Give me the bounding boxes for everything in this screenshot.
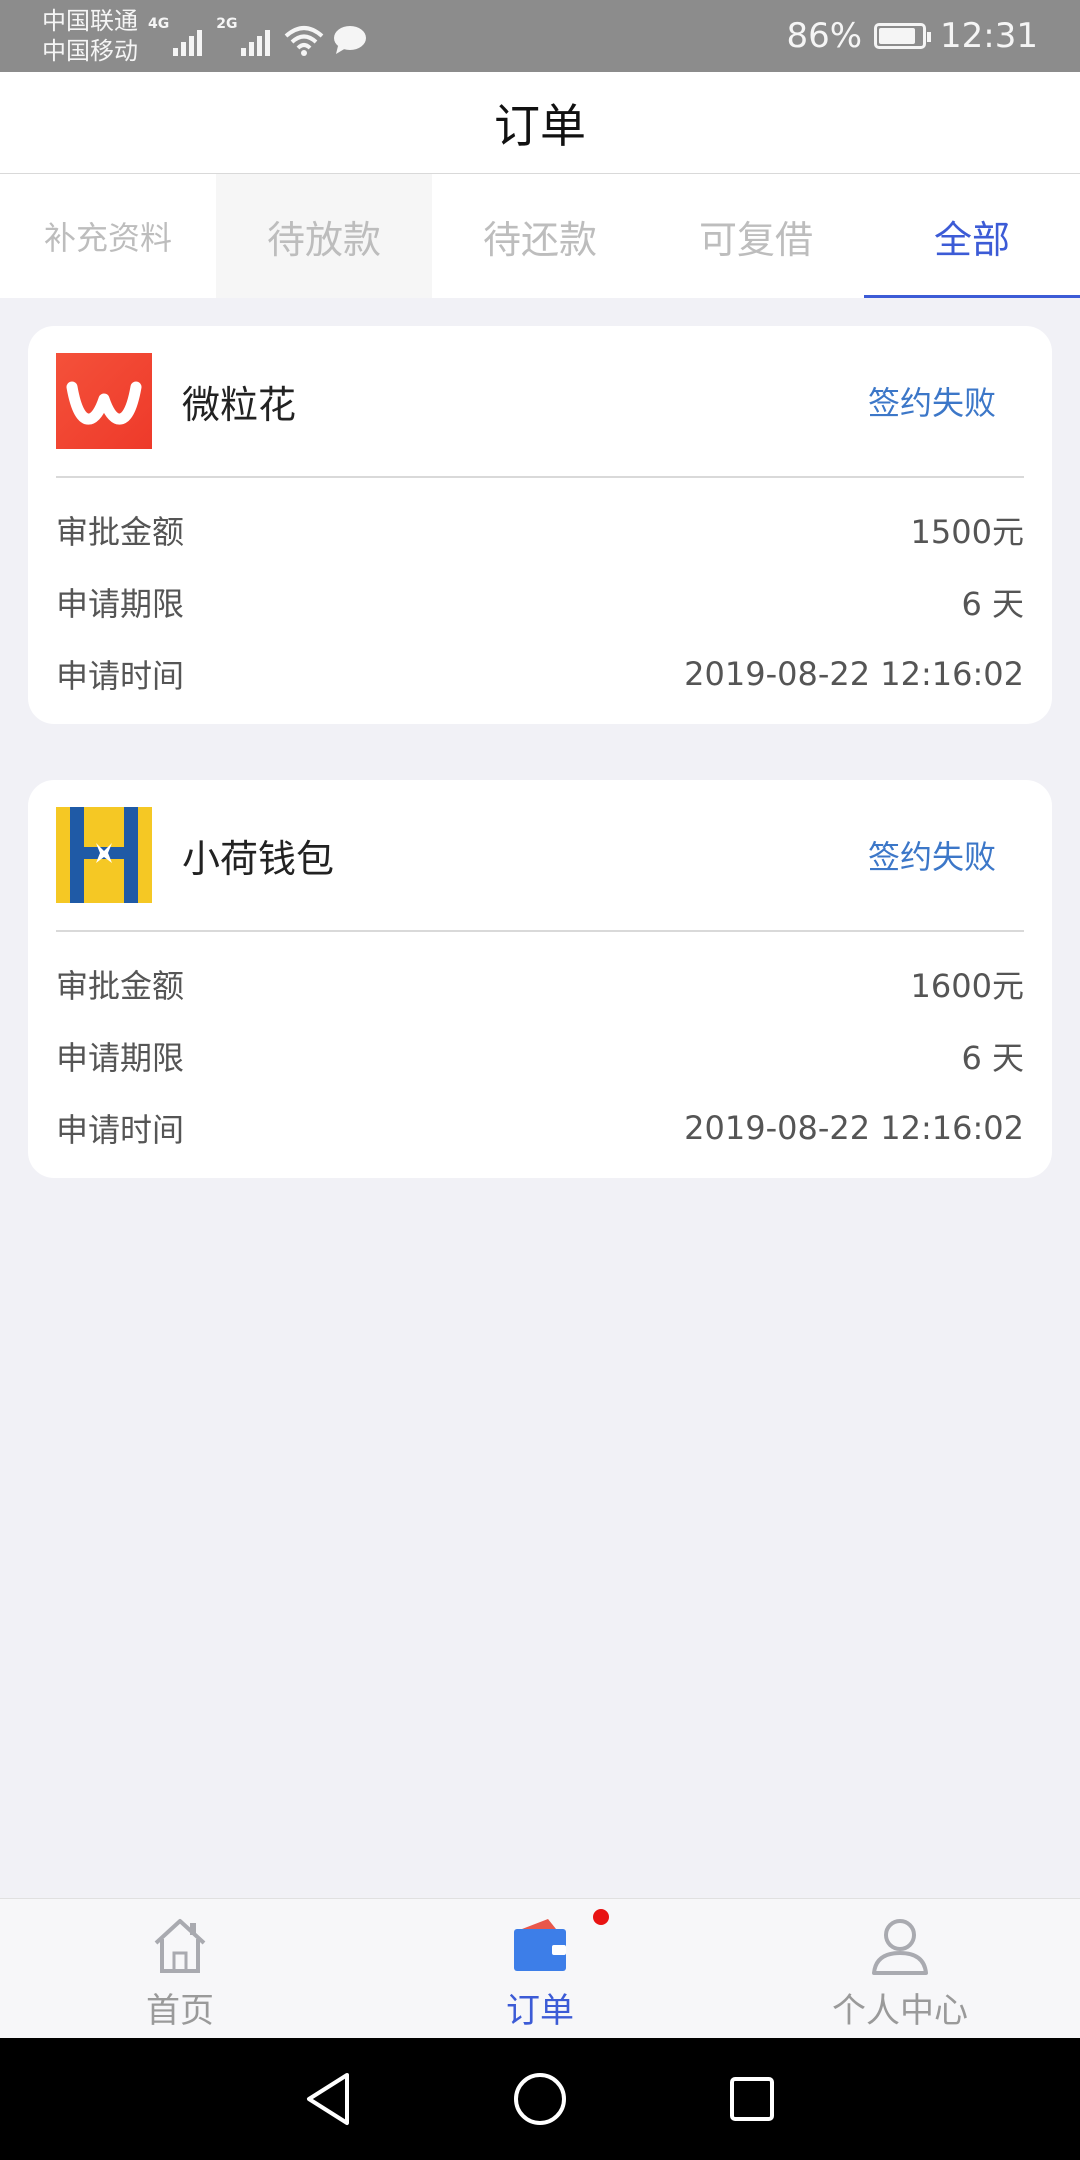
detail-label: 审批金额 <box>56 513 185 551</box>
home-circle-icon <box>514 2073 566 2125</box>
nav-profile[interactable]: 个人中心 <box>720 1899 1080 2038</box>
home-icon <box>154 1919 206 1973</box>
carrier-info: 中国联通 中国移动 4G 2G <box>42 6 368 66</box>
order-card[interactable]: 小荷钱包 签约失败 审批金额 1600元 申请期限 6 天 申请时间 2019-… <box>28 780 1052 1178</box>
bottom-nav: 首页 订单 个人中心 <box>0 1898 1080 2038</box>
nav-label: 首页 <box>146 1991 214 2031</box>
order-status: 签约失败 <box>867 384 996 422</box>
wallet-icon <box>514 1919 566 1971</box>
battery-level <box>879 28 916 44</box>
signal-bars-2-icon <box>241 30 271 56</box>
clock: 12:31 <box>940 16 1038 56</box>
detail-row-amount: 审批金额 1600元 <box>56 948 1024 1020</box>
nav-label: 个人中心 <box>832 1991 968 2031</box>
home-button[interactable] <box>510 2069 570 2129</box>
nav-home[interactable]: 首页 <box>0 1899 360 2038</box>
status-right: 86% 12:31 <box>786 0 1038 72</box>
nav-orders[interactable]: 订单 <box>360 1899 720 2038</box>
tab-all[interactable]: 全部 <box>864 174 1080 298</box>
detail-value: 6 天 <box>961 1039 1024 1077</box>
order-card-header: 小荷钱包 签约失败 <box>56 780 1024 932</box>
detail-row-term: 申请期限 6 天 <box>56 1020 1024 1092</box>
detail-value: 2019-08-22 12:16:02 <box>684 1109 1024 1147</box>
app-header: 订单 <box>0 72 1080 174</box>
battery-percent: 86% <box>786 16 863 56</box>
back-button[interactable] <box>298 2069 358 2129</box>
detail-row-amount: 审批金额 1500元 <box>56 494 1024 566</box>
person-icon <box>872 1919 928 1975</box>
network-type-1: 4G <box>148 16 170 32</box>
order-card[interactable]: 微粒花 签约失败 审批金额 1500元 申请期限 6 天 申请时间 2019-0… <box>28 326 1052 724</box>
detail-value: 6 天 <box>961 585 1024 623</box>
tab-supplement-info[interactable]: 补充资料 <box>0 174 216 298</box>
carrier-1: 中国联通 <box>42 7 138 35</box>
wifi-icon <box>285 26 324 56</box>
order-tabs: 补充资料 待放款 待还款 可复借 全部 <box>0 174 1080 298</box>
carrier-names: 中国联通 中国移动 <box>42 6 138 66</box>
recents-button[interactable] <box>722 2069 782 2129</box>
status-bar: 中国联通 中国移动 4G 2G 86% 12:31 <box>0 0 1080 72</box>
page-title: 订单 <box>494 98 586 153</box>
order-card-header: 微粒花 签约失败 <box>56 326 1024 478</box>
detail-label: 申请时间 <box>56 657 185 695</box>
detail-value: 1500元 <box>910 513 1024 551</box>
detail-label: 申请期限 <box>56 1039 185 1077</box>
network-type-2: 2G <box>216 16 238 32</box>
detail-label: 审批金额 <box>56 967 185 1005</box>
signal-indicators: 4G 2G <box>148 16 368 56</box>
notification-dot <box>593 1909 609 1925</box>
detail-row-time: 申请时间 2019-08-22 12:16:02 <box>56 638 1024 710</box>
signal-bars-1-icon <box>173 30 203 56</box>
order-details: 审批金额 1500元 申请期限 6 天 申请时间 2019-08-22 12:1… <box>28 478 1052 710</box>
detail-row-time: 申请时间 2019-08-22 12:16:02 <box>56 1092 1024 1164</box>
order-status: 签约失败 <box>867 838 996 876</box>
tab-pending-repayment[interactable]: 待还款 <box>432 174 648 298</box>
detail-label: 申请时间 <box>56 1111 185 1149</box>
detail-label: 申请期限 <box>56 585 185 623</box>
order-details: 审批金额 1600元 申请期限 6 天 申请时间 2019-08-22 12:1… <box>28 932 1052 1164</box>
message-bubble-icon <box>334 26 367 54</box>
detail-value: 2019-08-22 12:16:02 <box>684 655 1024 693</box>
detail-value: 1600元 <box>910 967 1024 1005</box>
recents-square-icon <box>730 2077 774 2121</box>
weilihua-logo-icon <box>56 353 152 449</box>
back-triangle-icon <box>307 2073 349 2125</box>
tab-reborrowable[interactable]: 可复借 <box>648 174 864 298</box>
system-nav-bar <box>0 2038 1080 2160</box>
nav-label: 订单 <box>506 1991 574 2031</box>
tab-pending-loan[interactable]: 待放款 <box>216 174 432 298</box>
battery-icon <box>874 23 932 49</box>
carrier-2: 中国移动 <box>42 37 138 65</box>
lender-name: 微粒花 <box>182 382 297 427</box>
lender-name: 小荷钱包 <box>182 836 335 881</box>
xiaohe-logo-icon <box>56 807 152 903</box>
detail-row-term: 申请期限 6 天 <box>56 566 1024 638</box>
